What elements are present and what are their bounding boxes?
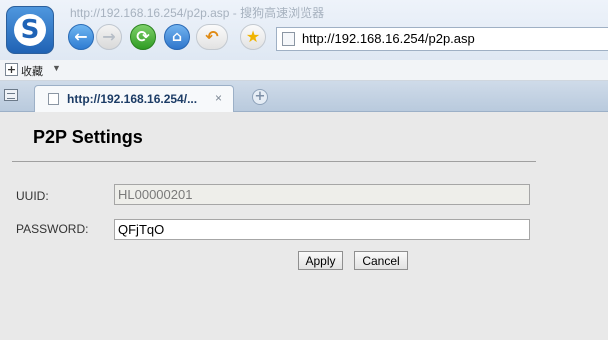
new-tab-button[interactable]: + <box>252 89 268 105</box>
uuid-label: UUID: <box>16 189 49 203</box>
undo-icon: ↶ <box>205 27 219 46</box>
tab-page-icon <box>48 93 59 105</box>
back-button[interactable]: ← <box>68 24 94 50</box>
title-divider <box>12 161 536 162</box>
page-content: P2P Settings UUID: PASSWORD: Apply Cance… <box>0 112 608 340</box>
bookmarks-menu[interactable]: 收藏 <box>21 63 43 79</box>
address-url[interactable]: http://192.168.16.254/p2p.asp <box>302 31 475 46</box>
refresh-icon: ⟳ <box>136 27 150 46</box>
tab-title: http://192.168.16.254/... <box>67 92 198 106</box>
bookmarks-bar: + 收藏 ▼ <box>0 60 608 81</box>
password-label: PASSWORD: <box>16 222 89 236</box>
uuid-field[interactable] <box>114 184 530 205</box>
cancel-button[interactable]: Cancel <box>354 251 408 270</box>
window-title: http://192.168.16.254/p2p.asp - 搜狗高速浏览器 <box>70 6 325 20</box>
page-title: P2P Settings <box>33 127 143 147</box>
page-icon <box>282 32 295 46</box>
logo-glyph: S <box>14 14 46 46</box>
forward-button[interactable]: → <box>96 24 122 50</box>
tab-list-icon[interactable] <box>4 89 18 101</box>
home-button[interactable]: ⌂ <box>164 24 190 50</box>
favorite-button[interactable]: ★ <box>240 24 266 50</box>
chevron-down-icon[interactable]: ▼ <box>52 63 61 73</box>
refresh-button[interactable]: ⟳ <box>130 24 156 50</box>
tab-active[interactable]: http://192.168.16.254/... × <box>34 85 234 112</box>
home-icon: ⌂ <box>171 29 183 45</box>
back-arrow-icon: ← <box>74 27 88 46</box>
sogou-logo-icon[interactable]: S <box>6 6 54 54</box>
tab-bar: http://192.168.16.254/... × + <box>0 81 608 112</box>
forward-arrow-icon: → <box>102 27 116 46</box>
tab-close-icon[interactable]: × <box>215 91 222 105</box>
undo-button[interactable]: ↶ <box>196 24 228 50</box>
apply-button[interactable]: Apply <box>298 251 343 270</box>
add-bookmark-icon[interactable]: + <box>5 63 18 76</box>
password-field[interactable] <box>114 219 530 240</box>
address-bar[interactable]: http://192.168.16.254/p2p.asp <box>276 27 608 51</box>
browser-toolbar: S http://192.168.16.254/p2p.asp - 搜狗高速浏览… <box>0 0 608 60</box>
star-icon: ★ <box>245 27 261 46</box>
